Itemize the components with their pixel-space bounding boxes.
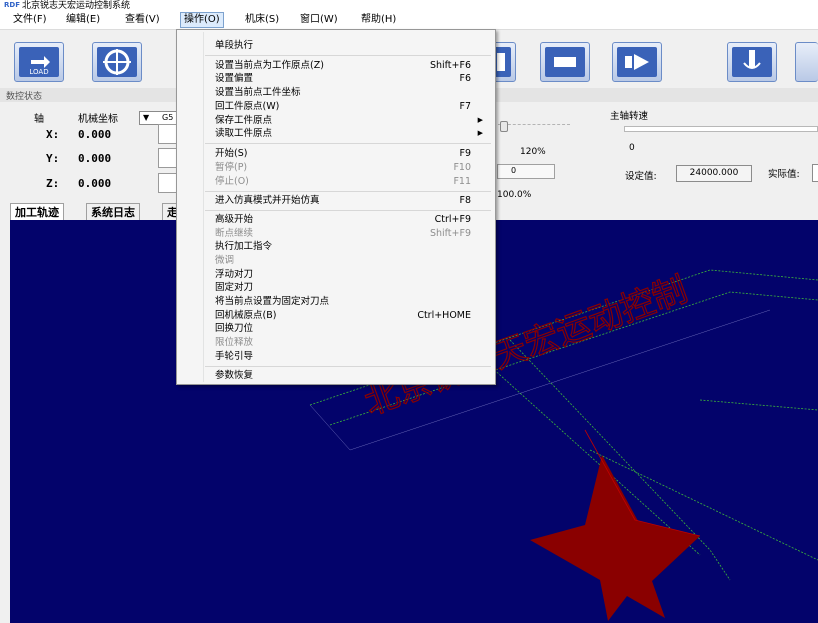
stop-button[interactable] <box>540 42 590 82</box>
tool-icon <box>732 47 772 77</box>
menu-fine-tune[interactable]: 微调 <box>215 254 491 267</box>
submenu-arrow-icon: ▶ <box>477 116 483 124</box>
menu-return-machine-origin[interactable]: 回机械原点(B) Ctrl+HOME <box>215 309 491 322</box>
title-bar: RDF 北京锐志天宏运动控制系统 <box>0 0 818 12</box>
nc-status-title: 数控状态 <box>6 92 43 102</box>
menu-help[interactable]: 帮助(H) <box>358 13 399 27</box>
menu-return-work-origin[interactable]: 回工件原点(W) F7 <box>215 100 491 113</box>
chevron-down-icon: ▼ <box>143 113 150 122</box>
menu-load-work-origin[interactable]: 读取工件原点 ▶ <box>215 127 491 140</box>
toolbar-button-more[interactable] <box>795 42 818 82</box>
coord-header: 机械坐标 <box>78 114 118 125</box>
menu-window[interactable]: 窗口(W) <box>297 13 341 27</box>
menu-file[interactable]: 文件(F) <box>10 13 50 27</box>
load-button[interactable]: LOAD <box>14 42 64 82</box>
menu-resume-breakpoint[interactable]: 断点继续 Shift+F9 <box>215 227 491 240</box>
spindle-actual-box <box>812 164 818 182</box>
tab-toolpath[interactable]: 加工轨迹 <box>10 203 64 220</box>
spindle-slider[interactable] <box>624 126 818 132</box>
feed-value: 0 <box>511 166 517 175</box>
menu-pause[interactable]: 暂停(P) F10 <box>215 161 491 174</box>
coord-system-select[interactable]: ▼ G5 <box>139 111 179 125</box>
window-title: 北京锐志天宏运动控制系统 <box>22 1 131 11</box>
menu-advanced-start[interactable]: 高级开始 Ctrl+F9 <box>215 213 491 226</box>
menu-set-fixed-tool-point[interactable]: 将当前点设置为固定对刀点 <box>215 295 491 308</box>
feed-slider-track <box>498 124 570 127</box>
menu-single-step[interactable]: 单段执行 <box>215 39 491 52</box>
menu-operation[interactable]: 操作(O) <box>180 12 224 28</box>
star-shape <box>530 455 700 621</box>
menu-fixed-tool-set[interactable]: 固定对刀 <box>215 281 491 294</box>
menu-view[interactable]: 查看(V) <box>122 13 163 27</box>
coord-select-value: G5 <box>162 113 174 122</box>
menu-stop[interactable]: 停止(O) F11 <box>215 175 491 188</box>
feed-slider-thumb[interactable] <box>500 121 508 132</box>
menu-floating-tool-set[interactable]: 浮动对刀 <box>215 268 491 281</box>
spindle-set-value[interactable]: 24000.000 <box>676 165 752 182</box>
tab-system-log[interactable]: 系统日志 <box>86 203 140 220</box>
operation-dropdown-menu: 单段执行 设置当前点为工作原点(Z) Shift+F6 设置偏置 F6 设置当前点工… <box>176 29 496 385</box>
x-axis-label: X: <box>46 128 60 141</box>
menu-limit-release[interactable]: 限位释放 <box>215 336 491 349</box>
feed-percent: 120% <box>520 147 546 157</box>
menu-set-work-origin[interactable]: 设置当前点为工作原点(Z) Shift+F6 <box>215 59 491 72</box>
menu-restore-params[interactable]: 参数恢复 <box>215 369 491 382</box>
y-axis-value: 0.000 <box>78 152 112 165</box>
spindle-actual-label: 实际值: <box>768 169 800 180</box>
tab-bar: 加工轨迹 系统日志 走 <box>10 203 190 220</box>
menu-edit[interactable]: 编辑(E) <box>63 13 103 27</box>
step-button[interactable] <box>612 42 662 82</box>
load-label: LOAD <box>29 68 49 76</box>
axis-header: 轴 <box>34 114 44 125</box>
spindle-title: 主轴转速 <box>610 111 649 122</box>
menu-return-tool-change[interactable]: 回换刀位 <box>215 322 491 335</box>
tool-button[interactable] <box>727 42 777 82</box>
crosshair-icon <box>97 47 137 77</box>
load-icon: LOAD <box>19 47 59 77</box>
menu-simulate[interactable]: 进入仿真模式并开始仿真 F8 <box>215 194 491 207</box>
y-axis-label: Y: <box>46 152 60 165</box>
menu-execute-command[interactable]: 执行加工指令 <box>215 240 491 253</box>
app-icon: RDF <box>4 1 20 9</box>
z-axis-value: 0.000 <box>78 177 112 190</box>
menu-handwheel-guide[interactable]: 手轮引导 <box>215 350 491 363</box>
play-step-icon <box>617 47 657 77</box>
spindle-value: 0 <box>629 143 635 153</box>
stop-icon <box>545 47 585 77</box>
rapid-percent: 100.0% <box>497 190 532 200</box>
origin-button[interactable] <box>92 42 142 82</box>
spindle-set-label: 设定值: <box>625 171 657 182</box>
menu-machine[interactable]: 机床(S) <box>242 13 282 27</box>
feed-value-box[interactable]: 0 <box>497 164 555 179</box>
menu-set-work-coord[interactable]: 设置当前点工件坐标 <box>215 86 491 99</box>
menu-start[interactable]: 开始(S) F9 <box>215 147 491 160</box>
submenu-arrow-icon: ▶ <box>477 129 483 137</box>
menu-set-offset[interactable]: 设置偏置 F6 <box>215 72 491 85</box>
z-axis-label: Z: <box>46 177 60 190</box>
menu-bar: 文件(F) 编辑(E) 查看(V) 操作(O) 机床(S) 窗口(W) 帮助(H… <box>0 12 818 30</box>
menu-save-work-origin[interactable]: 保存工件原点 ▶ <box>215 114 491 127</box>
x-axis-value: 0.000 <box>78 128 112 141</box>
